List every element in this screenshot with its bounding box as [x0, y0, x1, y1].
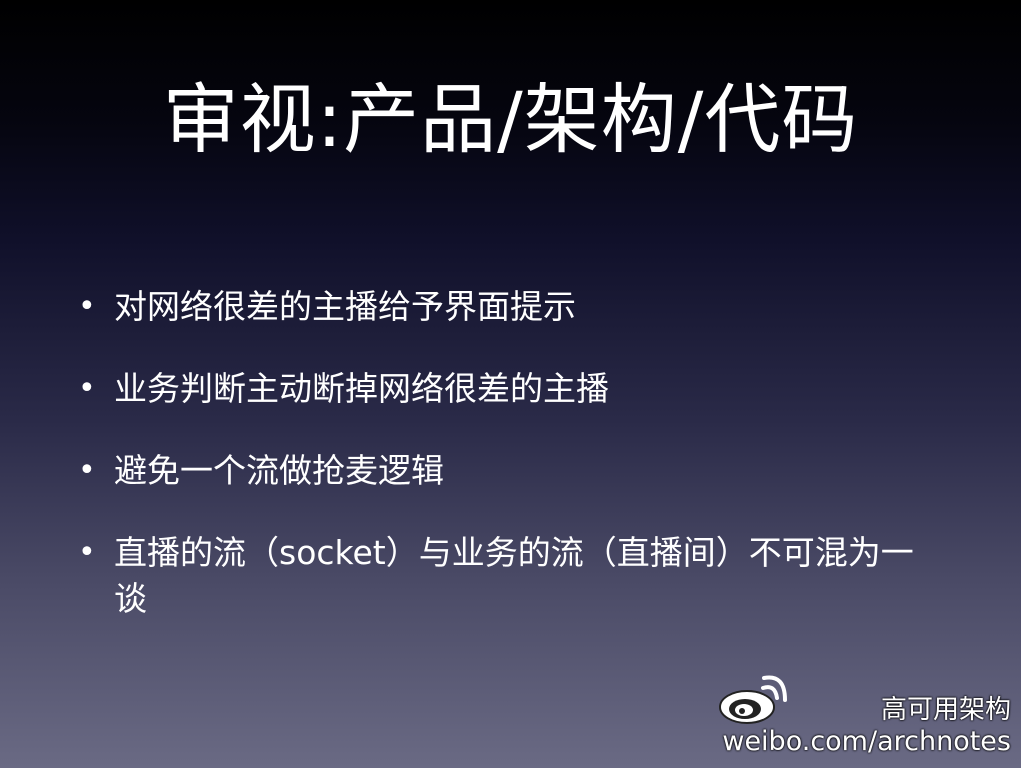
bullet-list: • 对网络很差的主播给予界面提示 • 业务判断主动断掉网络很差的主播 • 避免一… [76, 284, 956, 658]
weibo-watermark: 高可用架构 weibo.com/archnotes [713, 672, 1013, 762]
bullet-item: • 对网络很差的主播给予界面提示 [76, 284, 956, 330]
bullet-dot-icon: • [78, 289, 96, 324]
weibo-logo-icon [719, 675, 787, 724]
bullet-dot-icon: • [78, 535, 96, 570]
bullet-text: 避免一个流做抢麦逻辑 [114, 451, 444, 490]
slide: 审视:产品/架构/代码 • 对网络很差的主播给予界面提示 • 业务判断主动断掉网… [0, 0, 1021, 768]
slide-title: 审视:产品/架构/代码 [162, 75, 859, 164]
bullet-item: • 业务判断主动断掉网络很差的主播 [76, 366, 956, 412]
bullet-text: 业务判断主动断掉网络很差的主播 [114, 369, 609, 408]
bullet-text: 对网络很差的主播给予界面提示 [114, 287, 576, 326]
watermark-account-name: 高可用架构 [880, 695, 1011, 725]
bullet-text: 直播的流（socket）与业务的流（直播间）不可混为一谈 [114, 533, 914, 618]
bullet-dot-icon: • [78, 453, 96, 488]
watermark-url: weibo.com/archnotes [722, 726, 1011, 757]
bullet-item: • 避免一个流做抢麦逻辑 [76, 448, 956, 494]
bullet-dot-icon: • [78, 371, 96, 406]
bullet-item: • 直播的流（socket）与业务的流（直播间）不可混为一谈 [76, 530, 956, 622]
